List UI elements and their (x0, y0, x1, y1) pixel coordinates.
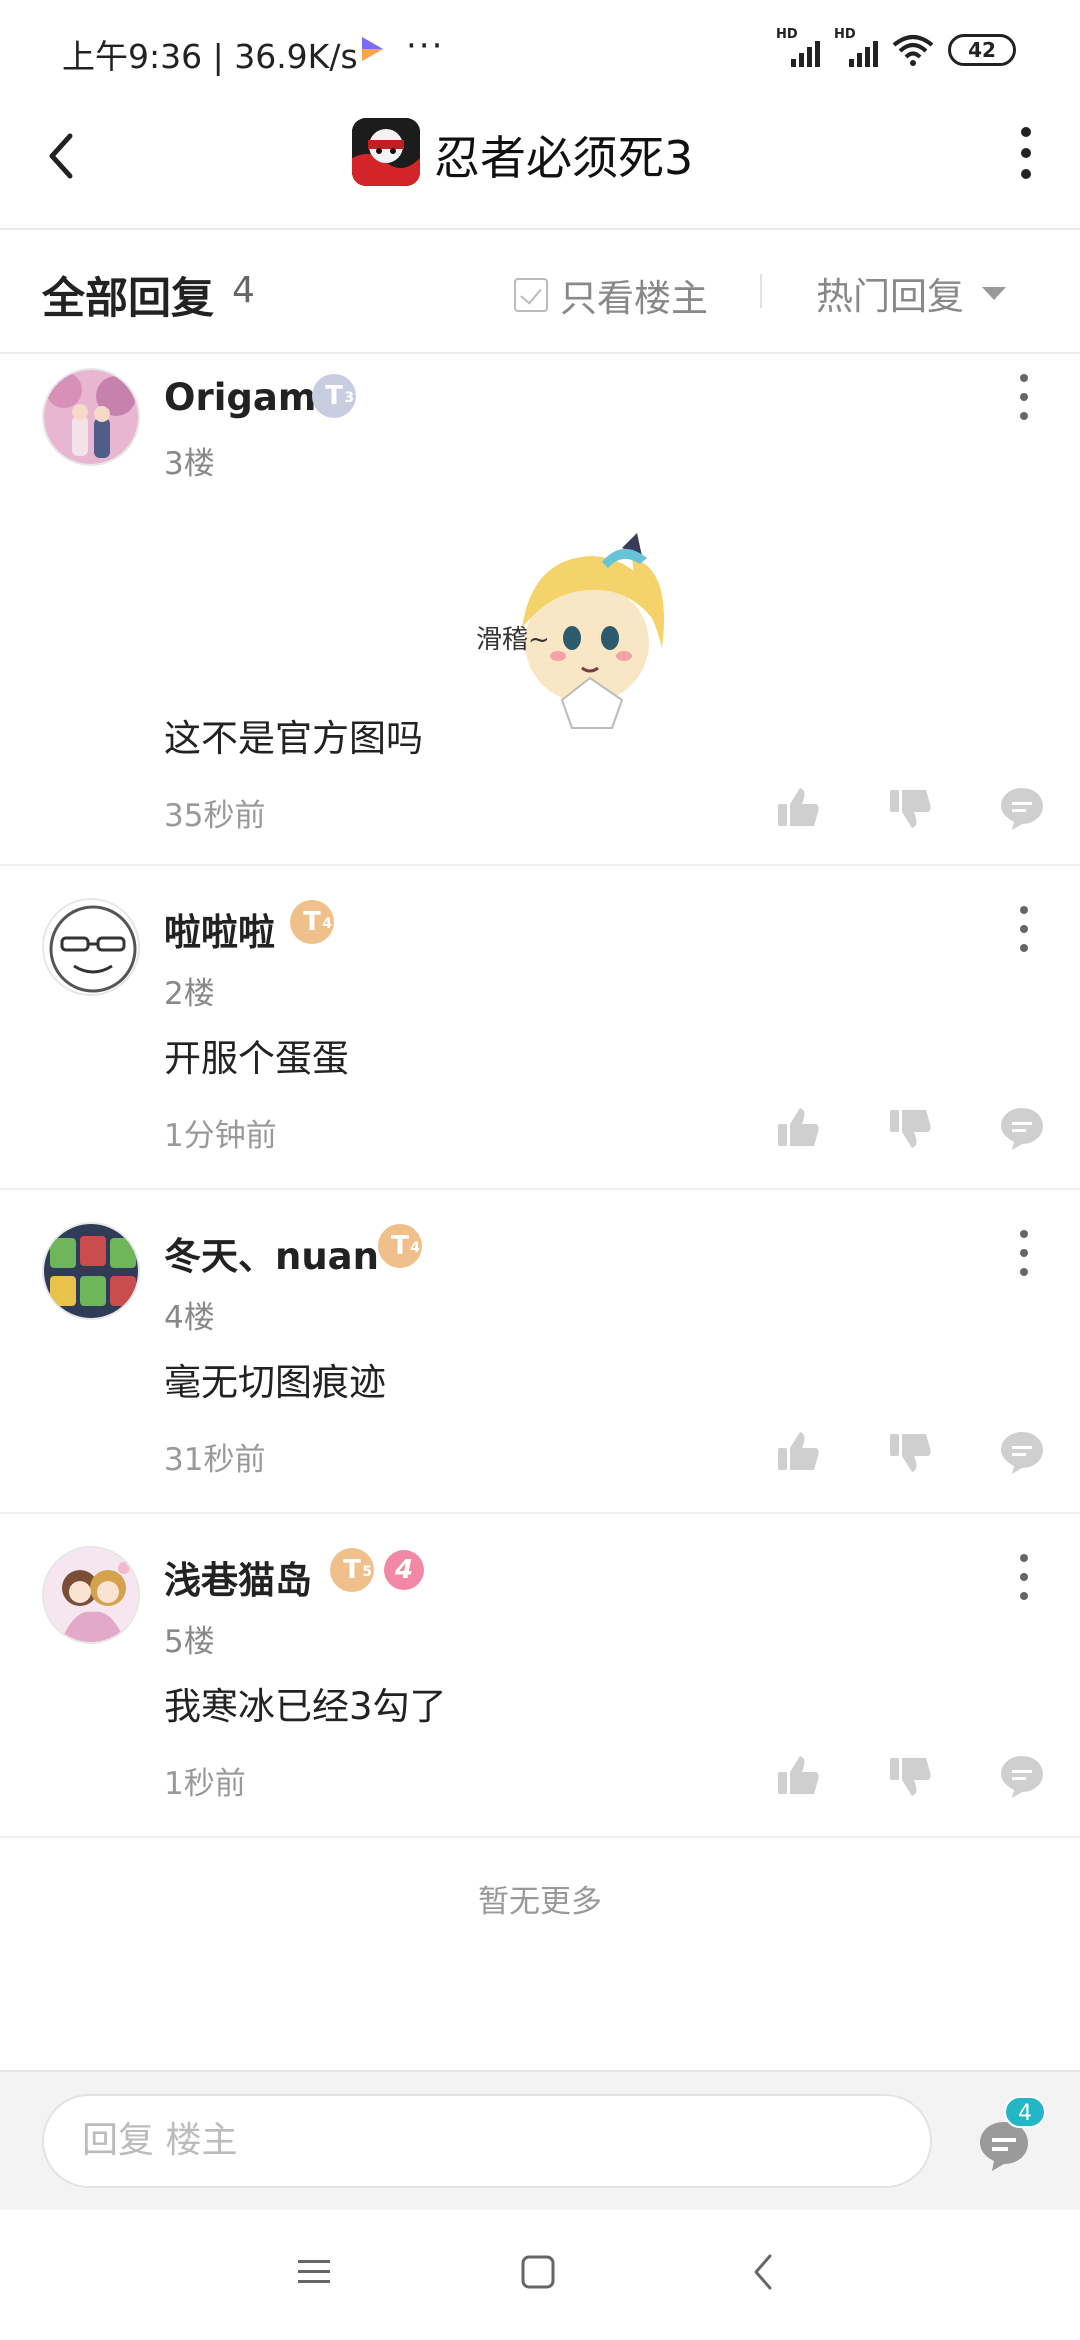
status-bar: 上午9:36 | 36.9K/s ··· HD HD 42 (0, 0, 1080, 96)
level-badge: T5 (330, 1548, 374, 1592)
floor-number: 3楼 (164, 446, 215, 482)
reply-icon[interactable] (998, 1752, 1046, 1800)
username[interactable]: 浅巷猫岛 (164, 1550, 312, 1604)
comment-actions (774, 1752, 1046, 1800)
dislike-icon[interactable] (886, 784, 934, 832)
like-icon[interactable] (774, 1428, 822, 1476)
username[interactable]: 啦啦啦 (164, 902, 275, 956)
reply-icon[interactable] (998, 1104, 1046, 1152)
reply-icon[interactable] (998, 1428, 1046, 1476)
only-owner-label: 只看楼主 (560, 277, 708, 320)
badge-level: 3 (344, 390, 354, 406)
user-badges: T5 4 (330, 1548, 424, 1592)
user-badges: T3 (312, 374, 356, 418)
top-bar: 忍者必须死3 (0, 96, 1080, 230)
comment-text: 这不是官方图吗 (164, 717, 423, 760)
all-replies-title: 全部回复 (42, 274, 214, 324)
reply-header: 全部回复 4 只看楼主 热门回复 (0, 232, 1080, 354)
nav-back-icon[interactable] (748, 2252, 780, 2292)
comment-time: 31秒前 (164, 1442, 266, 1478)
floor-number: 4楼 (164, 1300, 215, 1336)
comment-time: 1分钟前 (164, 1118, 277, 1154)
reply-icon[interactable] (998, 784, 1046, 832)
floor-number: 2楼 (164, 976, 215, 1012)
comment-actions (774, 784, 1046, 832)
dislike-icon[interactable] (886, 1104, 934, 1152)
comment-item: Origami T3 3楼 滑稽~ 这不是官方图吗 35秒前 (0, 356, 1080, 866)
level-badge: T3 (312, 374, 356, 418)
comment-more-icon[interactable] (1014, 1550, 1034, 1604)
avatar[interactable] (42, 368, 140, 466)
like-icon[interactable] (774, 1752, 822, 1800)
comment-text: 开服个蛋蛋 (164, 1037, 349, 1080)
badge-level: 4 (410, 1240, 420, 1256)
chevron-down-icon (982, 286, 1006, 300)
wifi-icon (892, 35, 934, 66)
reply-count: 4 (232, 270, 255, 311)
comment-item: 冬天、nuan T4 4楼 毫无切图痕迹 31秒前 (0, 1192, 1080, 1514)
signal-icon: HD (834, 27, 878, 69)
reply-input[interactable]: 回复 楼主 (42, 2094, 932, 2188)
signal-icon: HD (776, 27, 820, 69)
comment-item: 啦啦啦 T4 2楼 开服个蛋蛋 1分钟前 (0, 868, 1080, 1190)
comment-more-icon[interactable] (1014, 370, 1034, 424)
comment-count-badge: 4 (1004, 2096, 1046, 2128)
sticker-image[interactable]: 滑稽~ (462, 528, 692, 738)
play-app-icon (362, 37, 383, 61)
level-badge: T4 (290, 900, 334, 944)
hd-label: HD (776, 27, 798, 42)
game-icon[interactable] (352, 118, 420, 186)
checkbox-icon[interactable] (514, 278, 548, 312)
dislike-icon[interactable] (886, 1752, 934, 1800)
sort-dropdown[interactable]: 热门回复 (816, 266, 1006, 320)
comment-time: 35秒前 (164, 798, 266, 834)
more-icon[interactable] (1008, 120, 1044, 186)
dislike-icon[interactable] (886, 1428, 934, 1476)
level-badge: T4 (378, 1224, 422, 1268)
hd-label: HD (834, 27, 856, 42)
comment-text: 毫无切图痕迹 (164, 1361, 386, 1404)
avatar[interactable] (42, 898, 140, 996)
user-badges: T4 (290, 900, 334, 944)
like-icon[interactable] (774, 784, 822, 832)
comment-actions (774, 1104, 1046, 1152)
user-badges: T4 (378, 1224, 422, 1268)
comment-text: 我寒冰已经3勾了 (164, 1685, 447, 1728)
divider (760, 274, 762, 308)
home-icon[interactable] (520, 2254, 556, 2290)
username[interactable]: Origami (164, 376, 329, 419)
floor-number: 5楼 (164, 1624, 215, 1660)
badge-letter: T (303, 907, 321, 937)
comment-more-icon[interactable] (1014, 1226, 1034, 1280)
page-title: 忍者必须死3 (434, 131, 694, 185)
battery-icon: 42 (948, 34, 1016, 66)
reply-bar: 回复 楼主 4 (0, 2070, 1080, 2210)
avatar[interactable] (42, 1222, 140, 1320)
status-right-icons: HD HD 42 (776, 27, 1016, 70)
badge-letter: T (343, 1555, 361, 1585)
avatar[interactable] (42, 1546, 140, 1644)
system-nav-bar (0, 2212, 1080, 2340)
like-icon[interactable] (774, 1104, 822, 1152)
no-more-label: 暂无更多 (478, 1884, 602, 1920)
sort-label: 热门回复 (816, 275, 964, 318)
only-owner-filter[interactable]: 只看楼主 (514, 268, 708, 322)
status-time: 上午9:36 | 36.9K/s (62, 37, 358, 76)
badge-level: 4 (322, 916, 332, 932)
sticker-caption: 滑稽~ (476, 625, 550, 655)
back-icon[interactable] (38, 126, 88, 186)
honor-badge: 4 (384, 1550, 424, 1590)
comment-actions (774, 1428, 1046, 1476)
menu-icon[interactable] (296, 2254, 332, 2290)
comment-time: 1秒前 (164, 1766, 246, 1802)
username[interactable]: 冬天、nuan (164, 1226, 379, 1280)
badge-letter: T (391, 1231, 409, 1261)
badge-letter: T (325, 381, 343, 411)
comment-more-icon[interactable] (1014, 902, 1034, 956)
badge-level: 5 (362, 1564, 372, 1580)
comment-item: 浅巷猫岛 T5 4 5楼 我寒冰已经3勾了 1秒前 (0, 1516, 1080, 1838)
status-more-icon: ··· (406, 26, 445, 66)
